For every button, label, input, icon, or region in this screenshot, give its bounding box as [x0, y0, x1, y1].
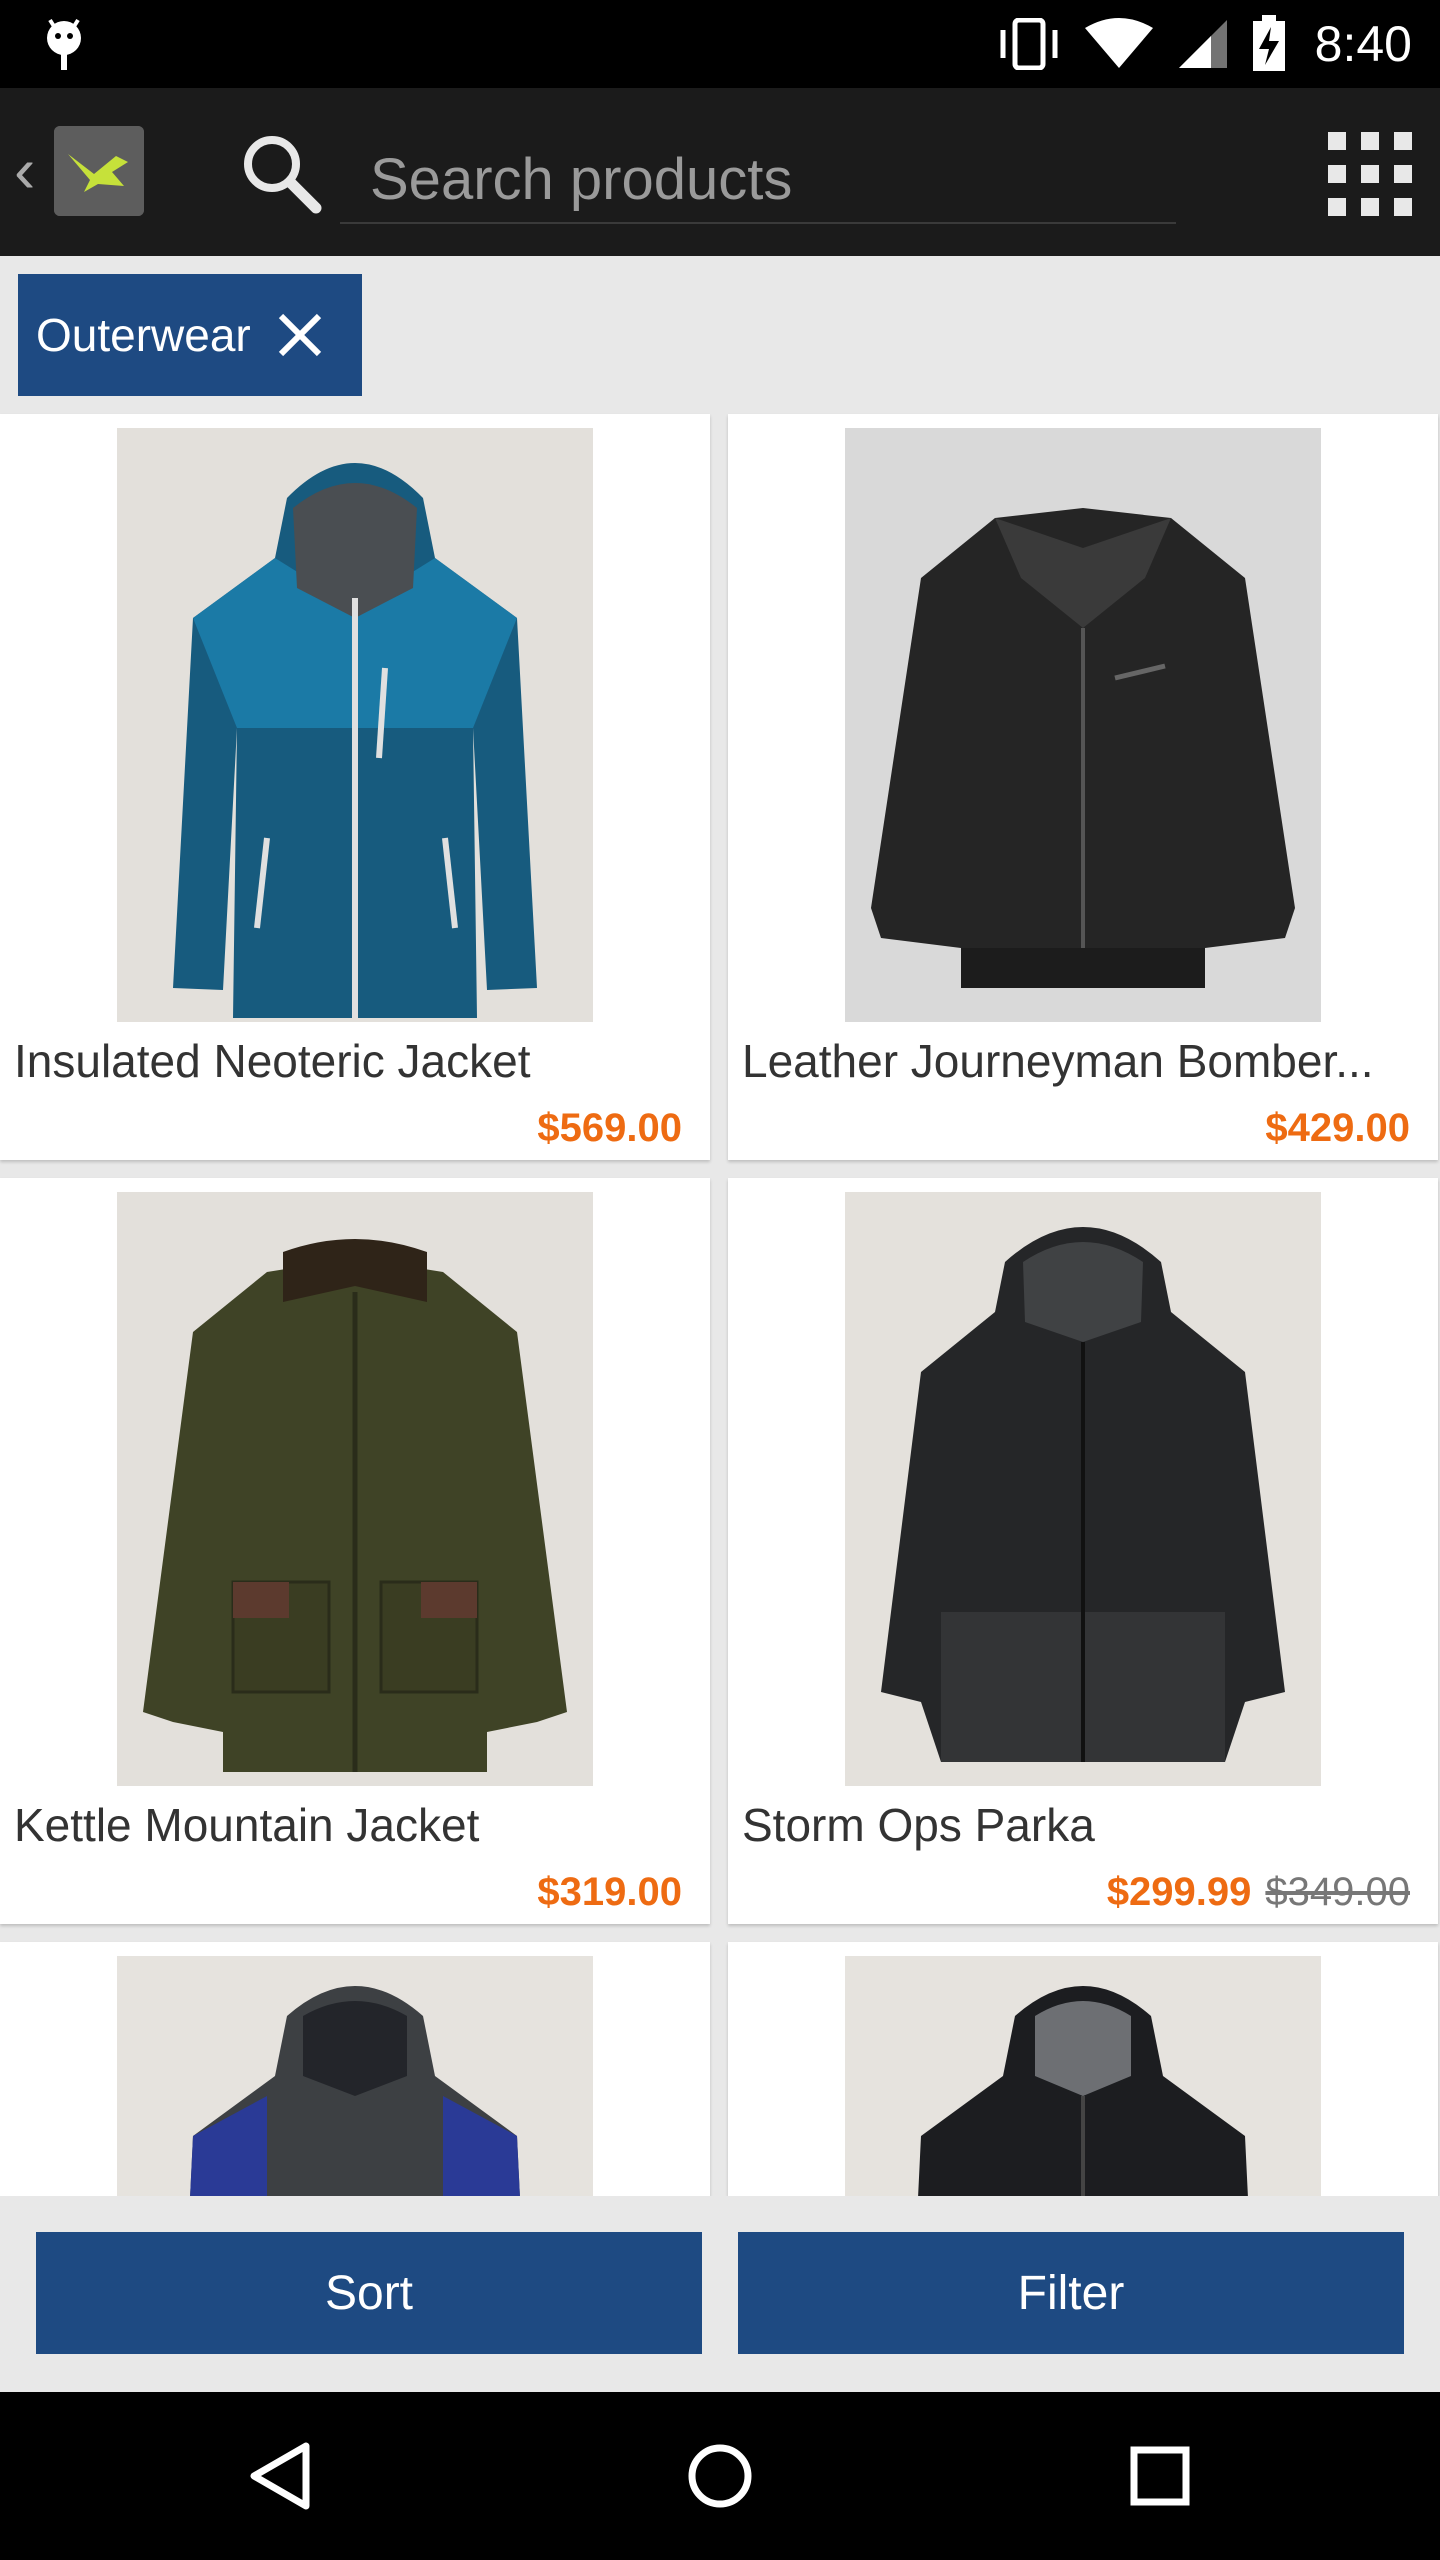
clock: 8:40	[1314, 16, 1412, 72]
product-original-price: $349.00	[1265, 1870, 1410, 1914]
active-filters-row: Outerwear	[0, 256, 1440, 412]
filter-button[interactable]: Filter	[738, 2232, 1404, 2354]
android-debug-icon	[47, 18, 81, 70]
nav-recents-icon[interactable]	[1120, 2436, 1200, 2516]
product-image	[845, 428, 1321, 1022]
search-input[interactable]	[340, 136, 1176, 224]
product-image	[117, 1956, 593, 2196]
product-price: $319.00	[537, 1870, 682, 1914]
app-logo[interactable]	[54, 126, 144, 216]
product-sale-price: $299.99	[1106, 1870, 1252, 1914]
search-icon[interactable]	[236, 128, 326, 218]
bird-logo-icon	[54, 126, 144, 216]
product-card[interactable]: Kettle Mountain Jacket $319.00	[0, 1178, 710, 1924]
product-name: Storm Ops Parka	[742, 1799, 1095, 1851]
system-nav-bar	[0, 2392, 1440, 2560]
product-image	[845, 1192, 1321, 1786]
status-bar: 8:40	[0, 0, 1440, 88]
sort-button[interactable]: Sort	[36, 2232, 702, 2354]
grid-menu-icon[interactable]	[1326, 130, 1414, 218]
product-image	[117, 428, 593, 1022]
product-image	[845, 1956, 1321, 2196]
product-image	[117, 1192, 593, 1786]
filter-chip-outerwear[interactable]: Outerwear	[18, 274, 362, 396]
product-card[interactable]: Storm Ops Parka $299.99 $349.00	[728, 1178, 1438, 1924]
product-price: $429.00	[1265, 1106, 1410, 1150]
nav-home-icon[interactable]	[680, 2436, 760, 2516]
close-icon[interactable]	[275, 310, 325, 360]
product-price: $569.00	[537, 1106, 682, 1150]
product-name: Leather Journeyman Bomber...	[742, 1035, 1374, 1087]
wifi-icon	[1084, 18, 1153, 68]
app-bar: ‹	[0, 88, 1440, 256]
battery-charging-icon	[1252, 15, 1285, 71]
nav-back-icon[interactable]	[240, 2436, 320, 2516]
product-card[interactable]: Insulated Neoteric Jacket $569.00	[0, 414, 710, 1160]
vibrate-icon	[1000, 18, 1058, 70]
product-card[interactable]	[0, 1942, 710, 2196]
sort-filter-bar: Sort Filter	[0, 2196, 1440, 2392]
back-chevron-icon[interactable]: ‹	[14, 138, 35, 202]
product-card[interactable]	[728, 1942, 1438, 2196]
product-card[interactable]: Leather Journeyman Bomber... $429.00	[728, 414, 1438, 1160]
filter-chip-label: Outerwear	[36, 309, 251, 361]
product-name: Insulated Neoteric Jacket	[14, 1035, 531, 1087]
cell-signal-icon	[1178, 20, 1227, 68]
product-name: Kettle Mountain Jacket	[14, 1799, 480, 1851]
